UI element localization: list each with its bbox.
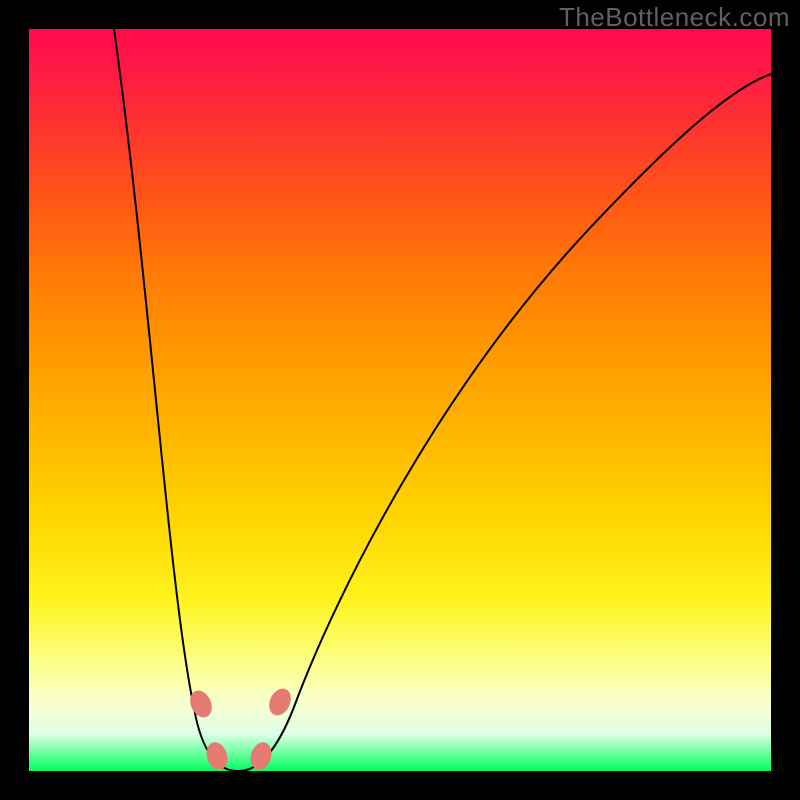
- curve-marker-right-lower: [247, 740, 275, 771]
- bottleneck-chart-svg: [29, 29, 771, 771]
- curve-markers: [186, 685, 295, 771]
- chart-area: [29, 29, 771, 771]
- watermark-text: TheBottleneck.com: [559, 2, 790, 33]
- curve-marker-left-lower: [203, 740, 231, 771]
- bottleneck-curve: [114, 29, 771, 771]
